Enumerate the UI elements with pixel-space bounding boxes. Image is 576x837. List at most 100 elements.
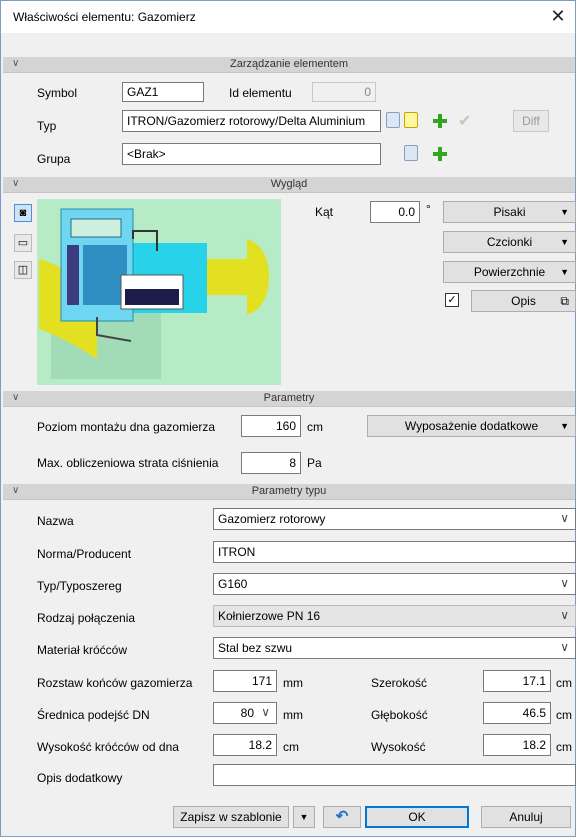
group-label: Grupa [37,152,71,166]
pressure-loss-input[interactable]: 8 [241,452,301,474]
stub-height-unit: cm [283,740,299,754]
diff-button[interactable]: Diff [513,110,549,132]
dropdown-arrow-icon: ▼ [560,421,569,431]
undo-icon[interactable]: ↶ [323,806,361,828]
section-params-header[interactable]: ∨ Parametry [3,391,575,407]
fonts-label: Czcionki [486,235,533,249]
pressure-loss-unit: Pa [307,456,322,470]
chevron-down-icon: ∨ [560,640,569,654]
close-icon[interactable]: ✕ [547,5,569,27]
stub-height-label: Wysokość króćców od dna [37,740,179,754]
norm-label: Norma/Producent [37,547,132,561]
series-label: Typ/Typoszereg [37,579,122,593]
width-label: Szerokość [371,676,428,690]
mount-level-label: Poziom montażu dna gazomierza [37,420,216,434]
depth-input[interactable]: 46.5 [483,702,551,724]
chevron-down-icon: ∨ [560,511,569,525]
type-field[interactable]: ITRON/Gazomierz rotorowy/Delta Aluminium [122,110,381,132]
preview-image [37,199,281,385]
material-value: Stal bez szwu [218,641,293,655]
fonts-button[interactable]: Czcionki ▼ [443,231,576,253]
browse-icon[interactable] [386,112,400,128]
library-icon[interactable] [404,112,418,128]
section-appearance-title: Wygląd [270,178,308,190]
material-label: Materiał króćców [37,643,128,657]
spacing-unit: mm [283,676,303,690]
angle-input[interactable]: 0.0 [370,201,420,223]
cube-icon[interactable]: ◫ [14,261,32,279]
name-value: Gazomierz rotorowy [218,512,326,526]
dialog-footer: Zapisz w szablonie ▼ ↶ OK Anuluj [3,801,575,836]
cancel-button[interactable]: Anuluj [481,806,571,828]
description-button[interactable]: Opis ⧉ [471,290,576,312]
spacing-label: Rozstaw końców gazomierza [37,676,193,690]
ok-button[interactable]: OK [365,806,469,828]
dn-value: 80 [240,706,254,720]
pens-label: Pisaki [493,205,526,219]
material-select[interactable]: Stal bez szwu ∨ [213,637,576,659]
add-group-icon[interactable] [432,146,448,162]
type-label: Typ [37,119,57,133]
group-field[interactable]: <Brak> [122,143,381,165]
save-template-button[interactable]: Zapisz w szablonie [173,806,289,828]
camera-icon[interactable]: ◙ [14,204,32,222]
section-management-title: Zarządzanie elementem [229,58,348,70]
extra-equipment-label: Wyposażenie dodatkowe [404,419,539,433]
width-input[interactable]: 17.1 [483,670,551,692]
section-management-header[interactable]: ∨ Zarządzanie elementem [3,57,575,73]
angle-unit: ° [426,202,431,216]
connection-select[interactable]: Kołnierzowe PN 16 ∨ [213,605,576,627]
pressure-loss-label: Max. obliczeniowa strata ciśnienia [37,456,219,470]
pens-button[interactable]: Pisaki ▼ [443,201,576,223]
name-label: Nazwa [37,514,74,528]
dn-select[interactable]: 80 ∨ [213,702,277,724]
mount-level-input[interactable]: 160 [241,415,301,437]
add-type-icon[interactable] [432,113,448,129]
norm-input[interactable]: ITRON [213,541,576,563]
spacing-input[interactable]: 171 [213,670,277,692]
dropdown-arrow-icon: ▼ [560,207,569,217]
save-template-dropdown[interactable]: ▼ [293,806,315,828]
extra-description-label: Opis dodatkowy [37,771,123,785]
chevron-down-icon: ∨ [560,608,569,622]
chevron-down-icon: ∨ [560,576,569,590]
stub-height-input[interactable]: 18.2 [213,734,277,756]
dn-label: Średnica podejść DN [37,708,150,722]
dropdown-arrow-icon: ▼ [560,267,569,277]
id-label: Id elementu [229,86,292,100]
series-value: G160 [218,577,248,591]
description-label: Opis [511,294,536,308]
angle-label: Kąt [315,205,334,219]
depth-unit: cm [556,708,572,722]
connection-label: Rodzaj połączenia [37,611,136,625]
series-select[interactable]: G160 ∨ [213,573,576,595]
connection-value: Kołnierzowe PN 16 [218,609,321,623]
description-checkbox[interactable]: ✓ [445,293,459,307]
id-field: 0 [312,82,376,102]
extra-description-input[interactable] [213,764,576,786]
dropdown-arrow-icon: ▼ [560,237,569,247]
window-title: Właściwości elementu: Gazomierz [13,10,196,24]
popup-icon: ⧉ [560,294,569,308]
symbol-input[interactable]: GAZ1 [122,82,204,102]
section-type-params-title: Parametry typu [251,485,327,497]
width-unit: cm [556,676,572,690]
surfaces-button[interactable]: Powierzchnie ▼ [443,261,576,283]
title-bar: Właściwości elementu: Gazomierz ✕ [1,1,575,33]
browse-group-icon[interactable] [404,145,418,161]
depth-label: Głębokość [371,708,428,722]
dn-unit: mm [283,708,303,722]
height-input[interactable]: 18.2 [483,734,551,756]
section-appearance-header[interactable]: ∨ Wygląd [3,177,575,193]
name-select[interactable]: Gazomierz rotorowy ∨ [213,508,576,530]
properties-dialog: Właściwości elementu: Gazomierz ✕ ∨ Zarz… [0,0,576,837]
height-unit: cm [556,740,572,754]
folder-icon[interactable]: ▭ [14,234,32,252]
symbol-label: Symbol [37,86,78,100]
section-params-title: Parametry [263,392,315,404]
extra-equipment-button[interactable]: Wyposażenie dodatkowe ▼ [367,415,576,437]
check-icon: ✔ [458,113,472,130]
mount-level-unit: cm [307,420,323,434]
section-type-params-header[interactable]: ∨ Parametry typu [3,484,575,500]
surfaces-label: Powierzchnie [473,265,546,279]
